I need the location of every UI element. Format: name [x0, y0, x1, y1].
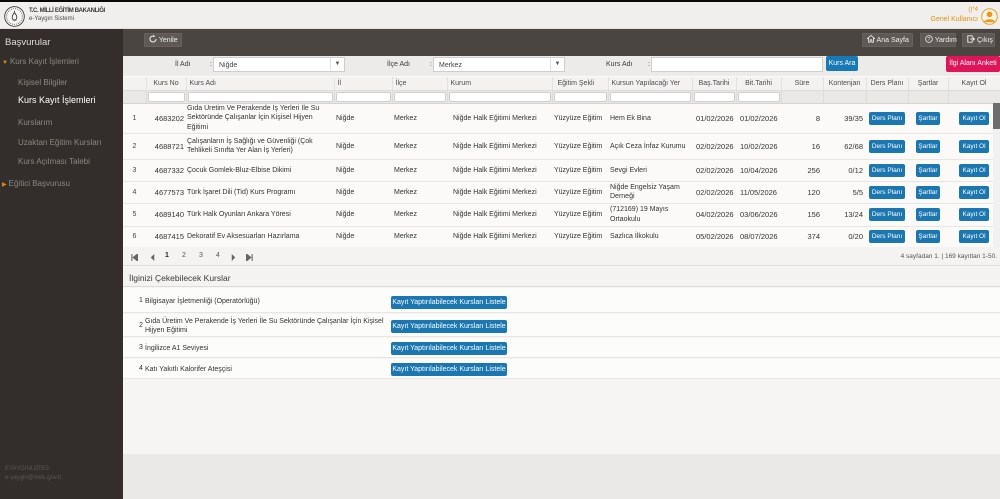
svg-text:?: ? [928, 37, 931, 43]
